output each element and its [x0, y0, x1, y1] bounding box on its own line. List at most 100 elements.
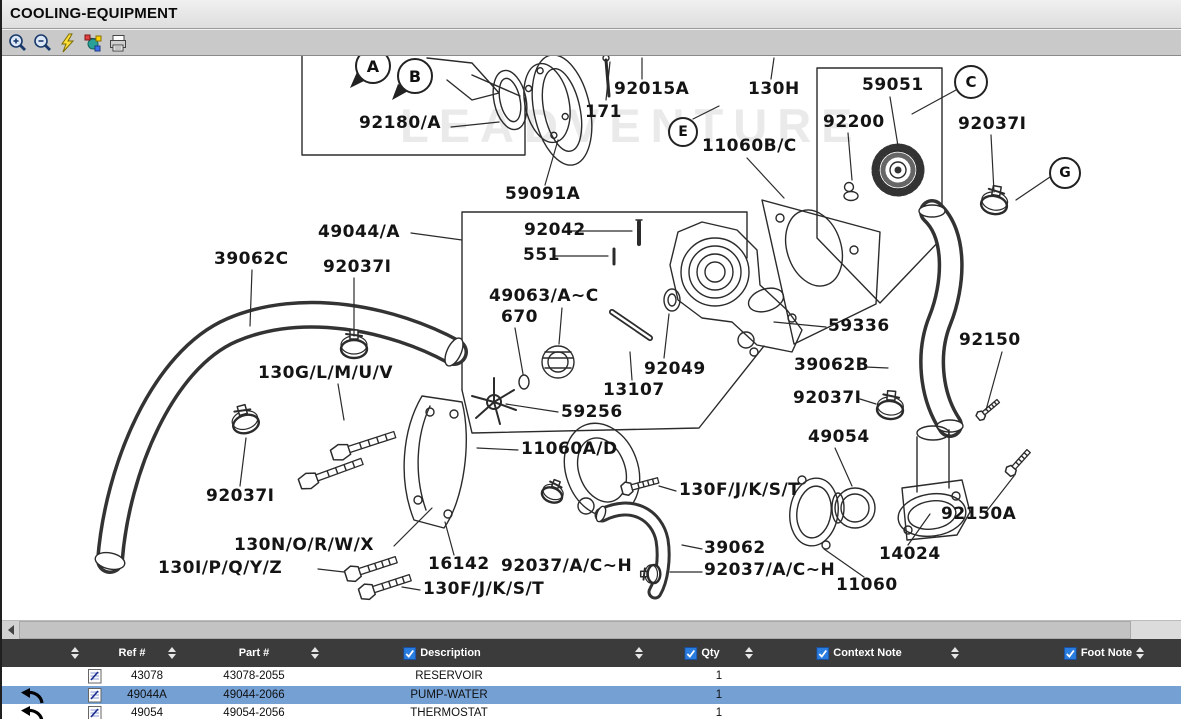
part-label[interactable]: 92037I [323, 257, 391, 277]
context-note-header-label: Context Note [833, 647, 901, 659]
column-header-context-note: Context Note [816, 639, 901, 667]
part-label[interactable]: 39062B [794, 355, 869, 375]
part-label[interactable]: 130F/J/K/S/T [423, 579, 544, 599]
part-label[interactable]: 59051 [862, 75, 924, 95]
part-label[interactable]: 92037/A/C~H [704, 560, 835, 580]
part-label[interactable]: 92049 [644, 359, 706, 379]
scroll-left-button[interactable] [2, 621, 19, 639]
part-label[interactable]: 670 [501, 307, 538, 327]
parts-catalog-window: LEADVENTURE [0, 0, 1181, 719]
part-cell: 49054-2056 [223, 704, 284, 719]
part-label[interactable]: 130F/J/K/S/T [679, 480, 800, 500]
page-title: COOLING-EQUIPMENT [2, 0, 178, 27]
part-label[interactable]: 92015A [614, 79, 689, 99]
qty-cell: 1 [716, 704, 722, 719]
diagram-horizontal-scrollbar[interactable] [2, 620, 1181, 639]
zoom-in-icon [8, 33, 28, 53]
column-header-description: Description [403, 639, 481, 667]
checkbox-icon[interactable] [684, 647, 697, 660]
print-button[interactable] [107, 32, 129, 54]
lightning-icon [58, 33, 78, 53]
part-label[interactable]: 39062 [704, 538, 766, 558]
sort-icon[interactable] [1136, 639, 1144, 667]
part-label[interactable]: 551 [523, 245, 560, 265]
part-cell: 43078-2055 [223, 667, 284, 686]
column-header-foot-note: Foot Note [1064, 639, 1132, 667]
part-label[interactable]: 59336 [828, 316, 890, 336]
column-header-qty: Qty [684, 639, 719, 667]
title-bar: COOLING-EQUIPMENT [2, 0, 1181, 29]
description-header-label: Description [420, 647, 481, 659]
part-label[interactable]: 92150 [959, 330, 1021, 350]
part-label[interactable]: 130I/P/Q/Y/Z [158, 558, 282, 578]
part-label[interactable]: 59091A [505, 184, 580, 204]
part-label[interactable]: 92037/A/C~H [501, 556, 632, 576]
part-label[interactable]: 92150A [941, 504, 1016, 524]
parts-table-header: Ref # Part # Description Qty Context Not… [2, 639, 1181, 667]
part-label[interactable]: 92037I [958, 114, 1026, 134]
ref-cell: 43078 [131, 667, 163, 686]
checkbox-icon[interactable] [403, 647, 416, 660]
part-label[interactable]: 130H [748, 79, 800, 99]
qty-cell: 1 [716, 667, 722, 686]
part-label[interactable]: 39062C [214, 249, 289, 269]
part-label[interactable]: 171 [585, 102, 622, 122]
column-header-ref: Ref # [119, 639, 146, 667]
part-label[interactable]: 49063/A~C [489, 286, 599, 306]
checkbox-icon[interactable] [816, 647, 829, 660]
description-cell: RESERVOIR [415, 667, 483, 686]
foot-note-header-label: Foot Note [1081, 647, 1132, 659]
column-header-part: Part # [239, 639, 270, 667]
part-label[interactable]: 11060B/C [702, 136, 797, 156]
table-row[interactable]: 43078 43078-2055 RESERVOIR 1 [2, 667, 1181, 686]
note-icon[interactable] [88, 687, 102, 703]
checkbox-icon[interactable] [1064, 647, 1077, 660]
back-arrow-icon[interactable] [19, 705, 45, 719]
part-cell: 49044-2066 [223, 686, 284, 705]
part-label[interactable]: 92200 [823, 112, 885, 132]
ref-cell: 49044A [127, 686, 167, 705]
scrollbar-thumb[interactable] [19, 621, 1131, 639]
sort-icon[interactable] [168, 639, 176, 667]
part-label[interactable]: 11060A/D [521, 439, 618, 459]
sort-icon[interactable] [71, 639, 79, 667]
part-label[interactable]: 92037I [793, 388, 861, 408]
table-row[interactable]: 49054 49054-2056 THERMOSTAT 1 [2, 704, 1181, 719]
part-header-label: Part # [239, 647, 270, 659]
part-label[interactable]: 13107 [603, 380, 665, 400]
part-label[interactable]: 130N/O/R/W/X [234, 535, 374, 555]
part-label[interactable]: 14024 [879, 544, 941, 564]
part-label[interactable]: 92037I [206, 486, 274, 506]
hotspot-toggle-button[interactable] [82, 32, 104, 54]
fit-view-button[interactable] [57, 32, 79, 54]
part-label[interactable]: 130G/L/M/U/V [258, 363, 393, 383]
part-label[interactable]: 59256 [561, 402, 623, 422]
note-icon[interactable] [88, 668, 102, 684]
callout-b[interactable]: B [397, 58, 433, 94]
sort-icon[interactable] [745, 639, 753, 667]
part-label[interactable]: 92042 [524, 220, 586, 240]
table-row-selected[interactable]: 49044A 49044-2066 PUMP-WATER 1 [2, 686, 1181, 705]
ref-cell: 49054 [131, 704, 163, 719]
part-label[interactable]: 49044/A [318, 222, 400, 242]
zoom-out-button[interactable] [32, 32, 54, 54]
zoom-out-icon [33, 33, 53, 53]
scroll-left-icon [8, 625, 14, 635]
description-cell: PUMP-WATER [410, 686, 487, 705]
part-label[interactable]: 11060 [836, 575, 898, 595]
qty-header-label: Qty [701, 647, 719, 659]
callout-g[interactable]: G [1049, 157, 1081, 189]
ref-header-label: Ref # [119, 647, 146, 659]
note-icon[interactable] [88, 705, 102, 719]
sort-icon[interactable] [951, 639, 959, 667]
callout-c[interactable]: C [954, 65, 988, 99]
sort-icon[interactable] [311, 639, 319, 667]
zoom-in-button[interactable] [7, 32, 29, 54]
qty-cell: 1 [716, 686, 722, 705]
callout-e[interactable]: E [668, 117, 698, 147]
part-label[interactable]: 49054 [808, 427, 870, 447]
sort-icon[interactable] [635, 639, 643, 667]
toolbar [2, 29, 1181, 56]
part-label[interactable]: 16142 [428, 554, 490, 574]
part-label[interactable]: 92180/A [359, 113, 441, 133]
